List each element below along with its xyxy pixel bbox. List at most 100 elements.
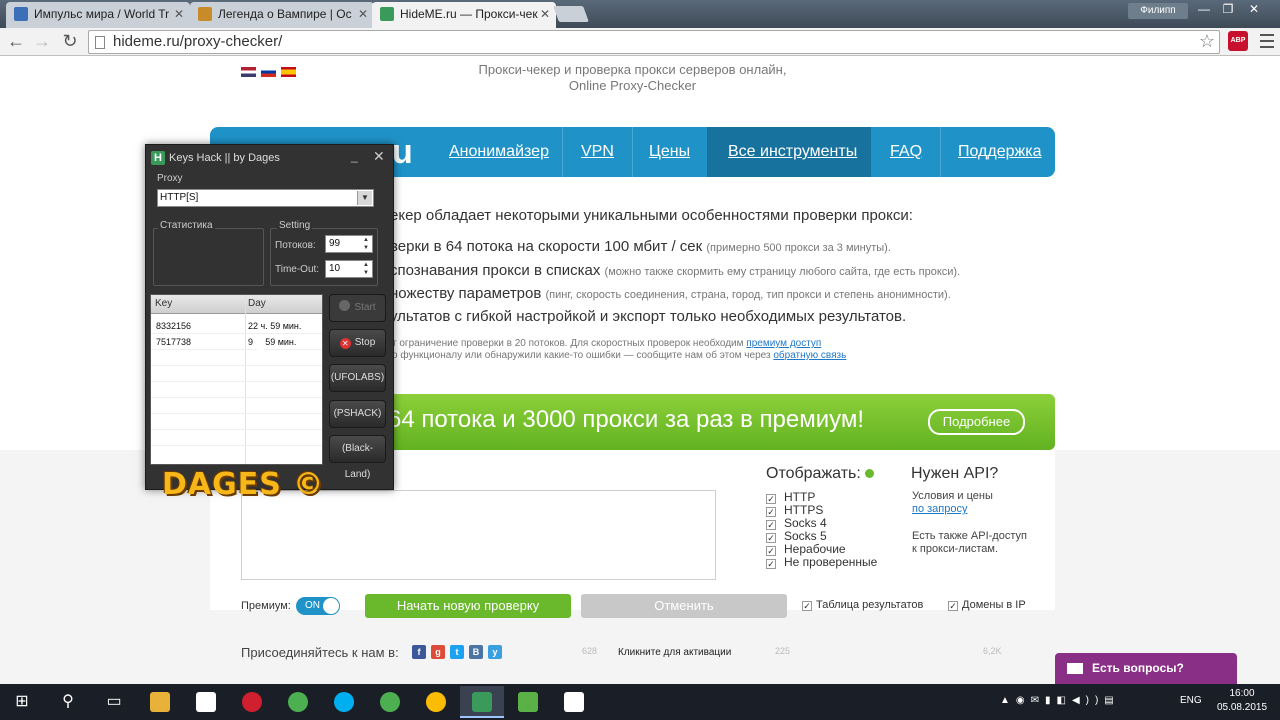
banner-text: 64 потока и 3000 прокси за раз в премиум… [388, 406, 864, 433]
tab-close-icon[interactable]: ✕ [174, 2, 184, 26]
display-options-title: Отображать: [766, 465, 874, 483]
checkbox-icon[interactable]: ✓ [766, 559, 776, 569]
taskbar-chrome-icon[interactable] [414, 686, 458, 718]
search-icon[interactable]: ⚲ [46, 686, 90, 718]
nav-prices[interactable]: Цены [649, 127, 690, 177]
stop-icon: ✕ [339, 338, 351, 349]
browser-tab[interactable]: Импульс мира / World Tr ✕ [6, 2, 190, 28]
blackland-button[interactable]: (Black-Land) [329, 435, 386, 480]
google-plus-icon[interactable]: g [431, 645, 445, 659]
ip-domains-option[interactable]: ✓ Домены в IP [948, 599, 1026, 611]
api-access-text-2: к прокси-листам. [912, 543, 999, 555]
clock[interactable]: 16:00 05.08.2015 [1208, 687, 1276, 715]
premium-access-link[interactable]: премиум доступ [746, 338, 821, 349]
taskbar-opera-icon[interactable] [230, 686, 274, 718]
browser-tab-active[interactable]: HideME.ru — Прокси-чек ✕ [372, 2, 556, 28]
option-dead[interactable]: ✓ Нерабочие [766, 542, 846, 556]
url-text: hideme.ru/proxy-checker/ [113, 33, 283, 50]
ufolabs-button[interactable]: (UFOLABS) [329, 364, 386, 392]
checkbox-icon[interactable]: ✓ [802, 601, 812, 611]
nav-support[interactable]: Поддержка [958, 127, 1041, 177]
back-arrow-icon[interactable]: ← [5, 31, 27, 53]
activation-placeholder[interactable]: Кликните для активации [618, 647, 731, 658]
language-indicator[interactable]: ENG [1180, 695, 1202, 706]
taskbar-skype-icon[interactable] [322, 686, 366, 718]
col-key[interactable]: Key [155, 298, 172, 309]
maximize-window-icon[interactable]: ❐ [1216, 2, 1240, 18]
start-check-button[interactable]: Начать новую проверку [365, 594, 571, 618]
proxy-type-select[interactable]: HTTP[S] ▼ [157, 189, 374, 207]
forward-arrow-icon[interactable]: → [31, 31, 53, 53]
task-view-icon[interactable]: ▭ [92, 686, 136, 718]
more-info-button[interactable]: Подробнее [928, 409, 1025, 435]
facebook-icon[interactable]: f [412, 645, 426, 659]
checkbox-icon[interactable]: ✓ [948, 601, 958, 611]
option-socks5[interactable]: ✓ Socks 5 [766, 529, 827, 543]
table-row[interactable]: 8332156 22 ч. 59 мин. [151, 318, 322, 334]
ya-icon[interactable]: y [488, 645, 502, 659]
taskbar-file-explorer-icon[interactable] [138, 686, 182, 718]
address-bar[interactable]: hideme.ru/proxy-checker/ ☆ [88, 30, 1220, 54]
empty-row [151, 382, 322, 398]
taskbar-store-icon[interactable] [184, 686, 228, 718]
close-window-icon[interactable]: ✕ [1242, 2, 1266, 18]
api-title: Нужен API? [911, 465, 999, 482]
timeout-spinner[interactable]: 10 ▲ ▼ [325, 260, 373, 278]
nav-all-tools[interactable]: Все инструменты [707, 127, 871, 177]
chat-widget[interactable]: Есть вопросы? [1055, 653, 1237, 684]
feature-item: верки в 64 потока на скорости 100 мбит /… [390, 238, 891, 255]
premium-toggle[interactable]: ON [296, 597, 340, 615]
dropdown-arrow-icon[interactable]: ▼ [357, 191, 372, 205]
pshack-button[interactable]: (PSHACK) [329, 400, 386, 428]
reload-icon[interactable]: ↻ [59, 31, 81, 53]
api-request-link[interactable]: по запросу [912, 503, 967, 515]
nav-anonymizer[interactable]: Анонимайзер [449, 127, 549, 177]
timeout-label: Time-Out: [275, 264, 320, 275]
taskbar-camtasia-recorder-icon[interactable] [552, 686, 596, 718]
option-unchecked[interactable]: ✓ Не проверенные [766, 555, 877, 569]
threads-spinner[interactable]: 99 ▲ ▼ [325, 235, 373, 253]
spinner-arrows-icon[interactable]: ▲ ▼ [361, 236, 371, 252]
shares-count: 225 [775, 646, 791, 656]
cancel-button[interactable]: Отменить [581, 594, 787, 618]
empty-row [151, 430, 322, 446]
app-minimize-icon[interactable]: _ [351, 149, 358, 163]
nav-faq[interactable]: FAQ [890, 127, 922, 177]
browser-tab-strip: Импульс мира / World Tr ✕ Легенда о Вамп… [0, 0, 1280, 28]
tab-title: Импульс мира / World Tr [34, 7, 170, 21]
start-button[interactable]: Start [329, 294, 386, 322]
twitter-icon[interactable]: t [450, 645, 464, 659]
app-close-icon[interactable]: ✕ [373, 148, 385, 165]
vk-icon[interactable]: B [469, 645, 483, 659]
tray-icons[interactable]: ▲◉✉▮◧◀))▤ [1000, 695, 1120, 706]
tab-close-icon[interactable]: ✕ [540, 2, 550, 26]
profile-button[interactable]: Филипп [1128, 3, 1188, 19]
nav-vpn[interactable]: VPN [581, 127, 614, 177]
share-total: 6,2K [983, 646, 1002, 656]
bookmark-star-icon[interactable]: ☆ [1199, 31, 1215, 52]
results-table-option[interactable]: ✓ Таблица результатов [802, 599, 923, 611]
option-https[interactable]: ✓ HTTPS [766, 503, 823, 517]
spinner-arrows-icon[interactable]: ▲ ▼ [361, 261, 371, 277]
start-menu-icon[interactable]: ⊞ [0, 686, 44, 718]
help-icon[interactable] [864, 469, 874, 478]
adblock-extension-icon[interactable]: ABP [1228, 31, 1248, 51]
stop-button[interactable]: ✕ Stop [329, 329, 386, 357]
browser-tab[interactable]: Легенда о Вампире | Ос ✕ [190, 2, 374, 28]
taskbar-chrome-icon[interactable] [368, 686, 412, 718]
taskbar-camtasia-icon[interactable] [506, 686, 550, 718]
new-tab-button[interactable] [553, 6, 589, 22]
tab-close-icon[interactable]: ✕ [358, 2, 368, 26]
proxy-list-textarea[interactable] [241, 490, 716, 580]
option-socks4[interactable]: ✓ Socks 4 [766, 516, 827, 530]
taskbar-chrome-icon[interactable] [276, 686, 320, 718]
minimize-window-icon[interactable]: — [1192, 2, 1216, 18]
table-row[interactable]: 7517738 9 ч. 59 мин. [151, 334, 322, 350]
option-http[interactable]: ✓ HTTP [766, 490, 815, 504]
taskbar-keys-hack-icon[interactable] [460, 686, 504, 718]
chrome-menu-icon[interactable] [1260, 34, 1274, 48]
feedback-link[interactable]: обратную связь [773, 350, 846, 361]
empty-row [151, 350, 322, 366]
app-titlebar[interactable]: H Keys Hack || by Dages _ ✕ [146, 145, 393, 171]
col-day[interactable]: Day [248, 298, 266, 309]
